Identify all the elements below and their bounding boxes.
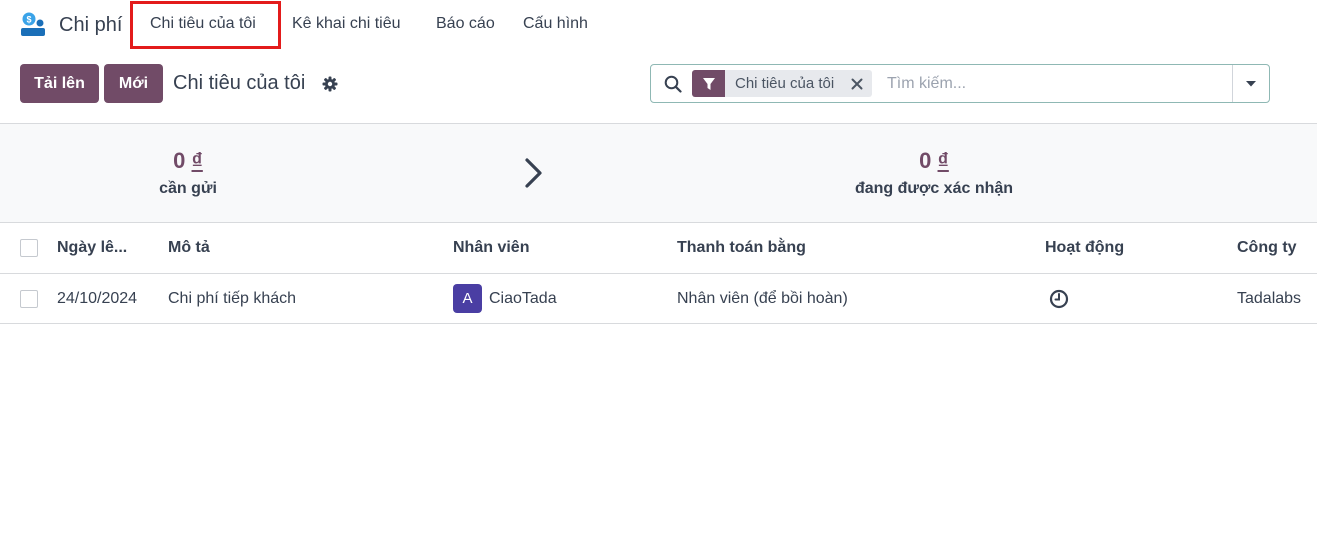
- to-submit-amount[interactable]: 0 ₫: [140, 148, 236, 174]
- row-checkbox[interactable]: [20, 289, 38, 308]
- facet-label: Chi tiêu của tôi: [725, 70, 843, 97]
- search-input[interactable]: [887, 73, 1227, 95]
- table-row[interactable]: 24/10/2024 Chi phí tiếp khách A CiaoTada…: [0, 274, 1317, 324]
- expense-summary: 0 ₫ cần gửi 0 ₫ đang được xác nhận: [0, 124, 1317, 222]
- search-bar: Chi tiêu của tôi: [650, 64, 1270, 103]
- row-description: Chi phí tiếp khách: [168, 289, 297, 307]
- upload-button[interactable]: Tải lên: [20, 64, 99, 103]
- row-employee: A CiaoTada: [453, 274, 557, 323]
- row-date: 24/10/2024: [57, 289, 138, 307]
- row-company: Tadalabs: [1237, 289, 1302, 307]
- nav-reporting[interactable]: Báo cáo: [436, 15, 495, 33]
- column-header-activity[interactable]: Hoạt động: [1045, 223, 1124, 273]
- top-navbar: $ Chi phí Chi tiêu của tôi Kê khai chi t…: [0, 0, 1317, 50]
- to-submit-value: 0: [173, 148, 186, 173]
- clock-icon[interactable]: [1049, 289, 1069, 309]
- new-button[interactable]: Mới: [104, 64, 163, 103]
- select-all-checkbox[interactable]: [20, 239, 38, 257]
- search-icon[interactable]: [664, 75, 682, 93]
- row-activity: [1049, 274, 1069, 323]
- svg-text:$: $: [26, 15, 31, 25]
- app-name[interactable]: Chi phí: [59, 14, 122, 37]
- column-header-date[interactable]: Ngày lê...: [57, 223, 127, 273]
- search-facet: Chi tiêu của tôi: [692, 70, 873, 97]
- column-header-description[interactable]: Mô tả: [168, 223, 210, 273]
- search-options-toggle[interactable]: [1232, 65, 1269, 102]
- gear-icon[interactable]: [322, 76, 338, 92]
- table-header: Ngày lê... Mô tả Nhân viên Thanh toán bằ…: [0, 222, 1317, 274]
- avatar[interactable]: A: [453, 284, 482, 313]
- select-all-cell: [20, 223, 38, 273]
- expense-list: Ngày lê... Mô tả Nhân viên Thanh toán bằ…: [0, 222, 1317, 324]
- nav-expense-reports[interactable]: Kê khai chi tiêu: [292, 15, 401, 33]
- currency-symbol: ₫: [937, 148, 949, 173]
- filter-icon: [692, 70, 725, 97]
- chevron-right-icon: [525, 158, 542, 188]
- column-header-paid-by[interactable]: Thanh toán bằng: [677, 223, 806, 273]
- row-select-cell: [20, 274, 38, 323]
- column-header-employee[interactable]: Nhân viên: [453, 223, 529, 273]
- to-submit-label: cần gửi: [159, 180, 217, 197]
- nav-configuration[interactable]: Cấu hình: [523, 15, 588, 33]
- close-icon[interactable]: [842, 70, 873, 97]
- column-header-company[interactable]: Công ty: [1237, 223, 1297, 273]
- highlight-annotation-frame: [130, 1, 281, 49]
- approving-value: 0: [919, 148, 932, 173]
- approving-amount[interactable]: 0 ₫: [886, 148, 982, 174]
- approving-label: đang được xác nhận: [854, 180, 1014, 197]
- currency-symbol: ₫: [191, 148, 203, 173]
- employee-name: CiaoTada: [489, 289, 557, 307]
- expense-app-icon[interactable]: $: [19, 12, 47, 38]
- caret-down-icon: [1246, 80, 1256, 86]
- row-paid-by: Nhân viên (để bồi hoàn): [677, 289, 848, 307]
- page-title: Chi tiêu của tôi: [173, 72, 306, 94]
